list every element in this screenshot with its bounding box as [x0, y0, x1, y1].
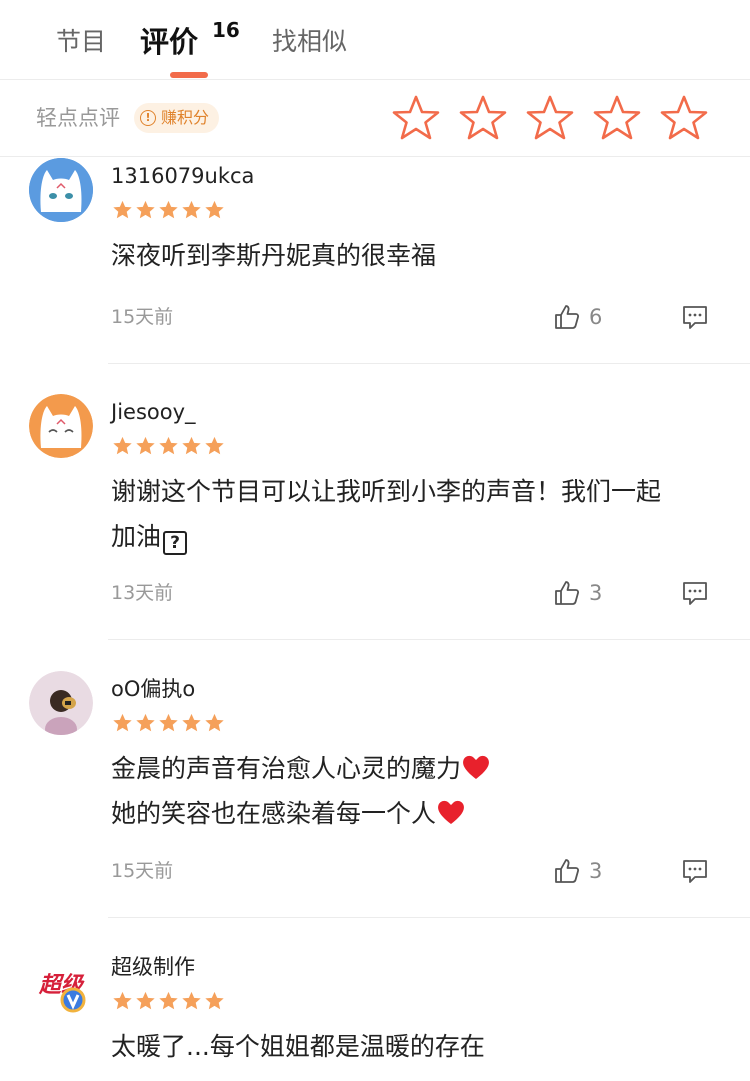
username[interactable]: oO偏执o — [111, 675, 195, 703]
divider — [108, 363, 750, 364]
avatar[interactable] — [29, 158, 93, 222]
star-icon — [205, 200, 224, 219]
tab-reviews[interactable]: 评价 — [140, 22, 198, 62]
star-icon — [182, 713, 201, 732]
comment-line-with-emoji: 她的笑容也在感染着每一个人 — [111, 791, 731, 836]
reply-comment-icon[interactable] — [681, 857, 709, 885]
comment-text: 谢谢这个节目可以让我听到小李的声音！我们一起 加油? — [111, 469, 731, 559]
comment-line: 太暖了...每个姐姐都是温暖的存在 — [111, 1032, 485, 1061]
quick-review-label: 轻点点评 — [36, 106, 120, 130]
rate-star-3-icon[interactable] — [526, 94, 574, 142]
like-count: 6 — [589, 305, 603, 329]
info-icon: ! — [140, 110, 156, 126]
star-icon — [113, 200, 132, 219]
avatar[interactable] — [29, 394, 93, 458]
star-icon — [205, 436, 224, 455]
star-icon — [159, 713, 178, 732]
rate-star-2-icon[interactable] — [459, 94, 507, 142]
comment-time: 15天前 — [111, 306, 174, 328]
red-heart-icon — [463, 755, 489, 779]
rating-stars — [111, 712, 226, 734]
star-icon — [136, 200, 155, 219]
star-icon — [136, 991, 155, 1010]
star-icon — [182, 991, 201, 1010]
username[interactable]: 1316079ukca — [111, 162, 254, 190]
comment-line-with-emoji: 金晨的声音有治愈人心灵的魔力 — [111, 746, 731, 791]
username[interactable]: Jiesooy_ — [111, 398, 196, 426]
active-tab-indicator — [170, 72, 208, 78]
comment-text: 太暖了...每个姐姐都是温暖的存在 — [111, 1024, 731, 1069]
like-button[interactable]: 3 — [553, 857, 602, 885]
comment-text: 金晨的声音有治愈人心灵的魔力 她的笑容也在感染着每一个人 — [111, 746, 731, 836]
username[interactable]: 超级制作 — [111, 953, 195, 981]
tab-programs[interactable]: 节目 — [56, 22, 106, 62]
star-icon — [159, 200, 178, 219]
divider — [108, 639, 750, 640]
comment-line-with-emoji: 加油? — [111, 514, 731, 559]
star-icon — [136, 436, 155, 455]
red-heart-icon — [438, 800, 464, 824]
like-button[interactable]: 3 — [553, 579, 602, 607]
comment-line: 金晨的声音有治愈人心灵的魔力 — [111, 754, 462, 783]
like-button[interactable]: 6 — [553, 303, 602, 331]
rate-star-5-icon[interactable] — [660, 94, 708, 142]
rating-stars — [111, 435, 226, 457]
avatar[interactable] — [29, 671, 93, 735]
like-count: 3 — [589, 859, 603, 883]
comment-line: 加油 — [111, 522, 162, 551]
quick-review-bar: 轻点点评 ! 赚积分 — [0, 81, 750, 157]
earn-points-label: 赚积分 — [161, 108, 210, 127]
star-icon — [205, 991, 224, 1010]
comment-line: 她的笑容也在感染着每一个人 — [111, 799, 437, 828]
unknown-emoji: ? — [163, 531, 188, 555]
star-icon — [182, 200, 201, 219]
star-icon — [113, 436, 132, 455]
star-icon — [205, 713, 224, 732]
thumbs-up-icon — [555, 859, 580, 883]
tab-similar[interactable]: 找相似 — [272, 22, 347, 62]
star-icon — [159, 991, 178, 1010]
rate-star-4-icon[interactable] — [593, 94, 641, 142]
star-icon — [159, 436, 178, 455]
earn-points-badge[interactable]: ! 赚积分 — [134, 103, 220, 133]
comment-time: 15天前 — [111, 860, 174, 882]
comment-line: 深夜听到李斯丹妮真的很幸福 — [111, 241, 437, 270]
star-icon — [182, 436, 201, 455]
tab-bar: 节目 评价 16 找相似 — [0, 0, 750, 80]
divider — [108, 917, 750, 918]
comment-text: 深夜听到李斯丹妮真的很幸福 — [111, 233, 731, 278]
comment-line: 谢谢这个节目可以让我听到小李的声音！我们一起 — [111, 477, 662, 506]
reply-comment-icon[interactable] — [681, 303, 709, 331]
rate-star-1-icon[interactable] — [392, 94, 440, 142]
rating-stars — [111, 199, 226, 221]
rating-stars — [111, 990, 226, 1012]
star-icon — [136, 713, 155, 732]
thumbs-up-icon — [555, 581, 580, 605]
rating-input[interactable] — [392, 94, 727, 142]
tab-reviews-count: 16 — [212, 18, 240, 42]
avatar[interactable]: 超级 — [29, 954, 93, 1018]
comment-time: 13天前 — [111, 582, 174, 604]
reply-comment-icon[interactable] — [681, 579, 709, 607]
star-icon — [113, 991, 132, 1010]
thumbs-up-icon — [555, 305, 580, 329]
star-icon — [113, 713, 132, 732]
like-count: 3 — [589, 581, 603, 605]
